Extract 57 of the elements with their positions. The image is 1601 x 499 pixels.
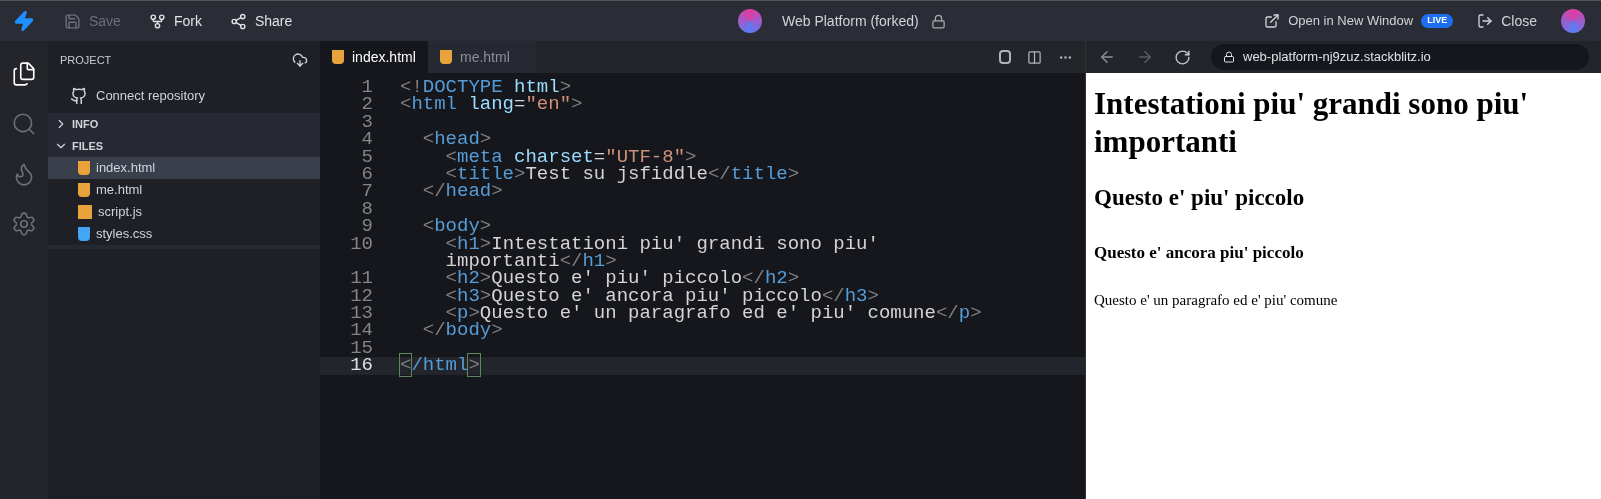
bolt-logo-icon[interactable]: [13, 10, 35, 32]
back-icon[interactable]: [1098, 48, 1116, 66]
preview-subheading: Questo e' ancora piu' piccolo: [1094, 241, 1305, 264]
editor-tab[interactable]: me.html: [428, 41, 536, 73]
preview-heading: Intestationi piu' grandi sono piu' importanti: [1094, 85, 1530, 161]
url-field[interactable]: web-platform-nj9zuz.stackblitz.io: [1211, 44, 1589, 70]
share-button[interactable]: Share: [229, 10, 293, 32]
css-file-icon: [78, 227, 90, 241]
fork-button[interactable]: Fork: [148, 10, 202, 32]
live-badge: LIVE: [1421, 14, 1454, 28]
code-line: <title>Test su jsfiddle</title>: [445, 165, 800, 184]
code-line: <h2>Questo e' piu' piccolo</h2>: [444, 270, 800, 288]
code-line: <meta charset="UTF-8">: [444, 148, 697, 166]
html-file-icon: [78, 161, 90, 175]
html-file-icon: [78, 183, 90, 197]
file-item[interactable]: styles.css: [48, 223, 320, 245]
code-line: <body>: [421, 218, 492, 236]
settings-activity-icon[interactable]: [11, 211, 37, 237]
files-activity-icon[interactable]: [11, 61, 37, 87]
code-line: <p>Questo e' un paragrafo ed e' piu' comune</p>: [445, 305, 982, 323]
lock-icon: [1223, 51, 1235, 63]
code-line: importanti</h1>: [444, 252, 617, 271]
html-file-icon: [440, 50, 452, 64]
code-line: </head>: [421, 183, 503, 201]
editor-tab[interactable]: index.html: [320, 41, 428, 73]
js-file-icon: [78, 205, 92, 219]
search-activity-icon[interactable]: [11, 111, 37, 137]
section-header[interactable]: FILES: [48, 135, 320, 157]
exit-icon: [1477, 13, 1494, 29]
code-line: <h3>Questo e' ancora piu' piccolo</h3>: [444, 287, 879, 306]
preview-paragraph: Questo e' un paragrafo ed e' piu' comune: [1094, 291, 1339, 310]
sidebar-header: PROJECT: [60, 52, 112, 68]
code-line: <html lang="en">: [400, 96, 583, 114]
project-title: Web Platform (forked): [782, 11, 919, 31]
code-line: </body>: [421, 322, 503, 340]
window-icon: [1264, 13, 1281, 29]
file-item[interactable]: me.html: [48, 179, 320, 201]
github-icon: [70, 87, 88, 105]
code-line: <h1>Intestationi piu' grandi sono piu': [445, 235, 879, 253]
fork-icon: [148, 12, 166, 30]
code-line: <head>: [421, 131, 492, 149]
file-item[interactable]: index.html: [48, 157, 320, 179]
open-new-window-button[interactable]: Open in New Window LIVE: [1264, 11, 1454, 31]
connect-repository-button[interactable]: Connect repository: [48, 79, 320, 113]
code-line: <!DOCTYPE html>: [400, 79, 572, 97]
preview-subheading: Questo e' piu' piccolo: [1094, 184, 1306, 212]
file-item[interactable]: script.js: [48, 201, 320, 223]
project-logo-icon: [738, 9, 762, 33]
cloud-download-icon[interactable]: [292, 52, 308, 68]
account-logo-icon: [1561, 9, 1585, 33]
split-editor-icon[interactable]: [1027, 49, 1042, 65]
save-icon: [64, 12, 81, 30]
reload-icon[interactable]: [1174, 48, 1191, 66]
html-file-icon: [332, 50, 344, 64]
section-header[interactable]: INFO: [48, 113, 320, 135]
close-button[interactable]: Close: [1477, 10, 1537, 32]
share-icon: [229, 12, 247, 30]
